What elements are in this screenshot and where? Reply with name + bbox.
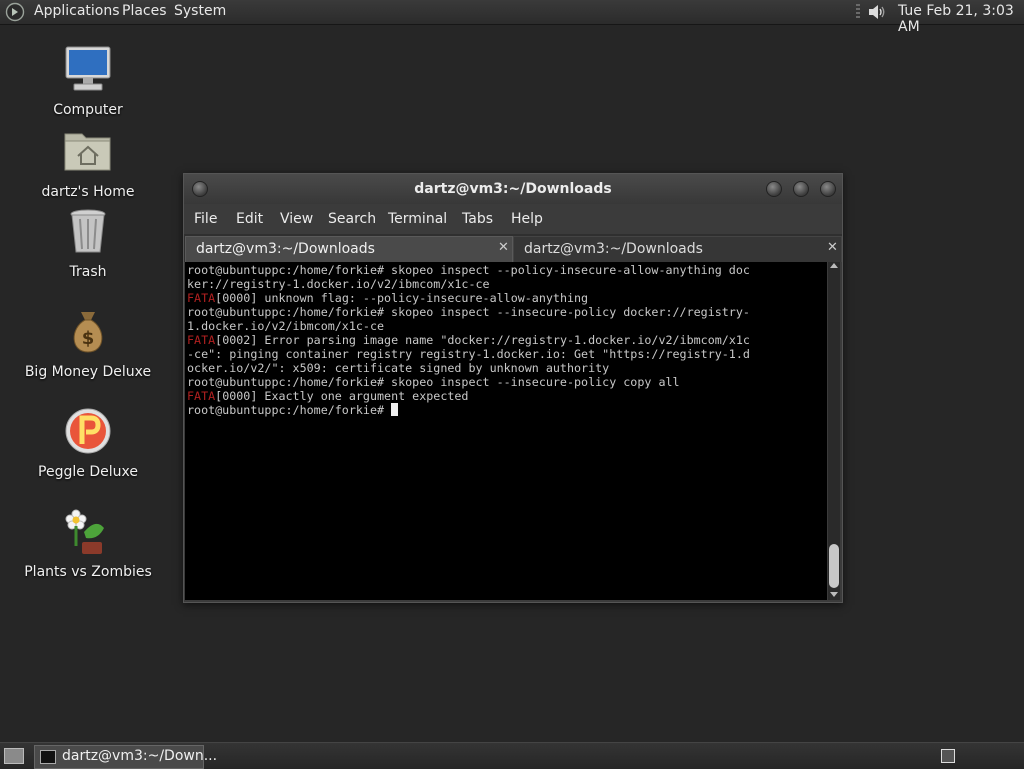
desktop-icon-label: Computer bbox=[53, 102, 123, 118]
menu-edit[interactable]: Edit bbox=[236, 211, 263, 227]
menu-search[interactable]: Search bbox=[328, 211, 376, 227]
error-tag: FATA bbox=[187, 333, 216, 347]
computer-monitor-icon bbox=[65, 46, 111, 91]
text-cursor bbox=[391, 403, 399, 416]
tab-2[interactable]: dartz@vm3:~/Downloads ✕ bbox=[513, 236, 842, 262]
close-icon[interactable] bbox=[820, 181, 836, 197]
scroll-up-arrow-icon[interactable] bbox=[830, 263, 838, 268]
scroll-down-arrow-icon[interactable] bbox=[830, 592, 838, 597]
scroll-thumb[interactable] bbox=[829, 544, 839, 588]
desktop-icon-label: Peggle Deluxe bbox=[38, 464, 138, 480]
clock[interactable]: Tue Feb 21, 3:03 AM bbox=[898, 3, 1024, 35]
desktop-icon-label: Big Money Deluxe bbox=[24, 364, 152, 380]
error-tag: FATA bbox=[187, 291, 216, 305]
desktop-icon-label: Plants vs Zombies bbox=[24, 564, 152, 580]
menu-places[interactable]: Places bbox=[122, 3, 167, 19]
menu-tabs[interactable]: Tabs bbox=[462, 211, 493, 227]
desktop-icon-trash[interactable]: Trash bbox=[23, 206, 153, 280]
gnome-foot-icon[interactable] bbox=[5, 2, 25, 22]
terminal-line: FATA[0000] unknown flag: --policy-insecu… bbox=[187, 291, 750, 305]
desktop-icon-peggle[interactable]: Peggle Deluxe bbox=[23, 406, 153, 480]
minimize-icon[interactable] bbox=[766, 181, 782, 197]
scrollbar[interactable] bbox=[828, 262, 840, 600]
tab-close-icon[interactable]: ✕ bbox=[827, 240, 838, 255]
tab-bar: dartz@vm3:~/Downloads ✕ dartz@vm3:~/Down… bbox=[184, 234, 842, 262]
desktop-icon-plants-vs-zombies[interactable]: Plants vs Zombies bbox=[23, 506, 153, 580]
terminal-icon bbox=[40, 750, 56, 764]
menu-file[interactable]: File bbox=[194, 211, 217, 227]
terminal-line: root@ubuntuppc:/home/forkie# bbox=[187, 403, 750, 417]
line-text: -ce": pinging container registry registr… bbox=[187, 347, 750, 361]
maximize-icon[interactable] bbox=[793, 181, 809, 197]
menu-help[interactable]: Help bbox=[511, 211, 543, 227]
svg-text:$: $ bbox=[82, 328, 95, 349]
speaker-volume-icon[interactable] bbox=[866, 2, 888, 22]
terminal-menubar: File Edit View Search Terminal Tabs Help bbox=[184, 204, 842, 234]
line-text: root@ubuntuppc:/home/forkie# skopeo insp… bbox=[187, 263, 750, 277]
money-bag-icon: $ bbox=[73, 312, 103, 353]
desktop-icon-big-money[interactable]: $ Big Money Deluxe bbox=[23, 306, 153, 380]
bottom-panel: dartz@vm3:~/Down... bbox=[0, 742, 1024, 769]
tab-label: dartz@vm3:~/Downloads bbox=[196, 241, 375, 257]
flower-plant-icon bbox=[65, 509, 104, 554]
terminal-line: 1.docker.io/v2/ibmcom/x1c-ce bbox=[187, 319, 750, 333]
terminal-line: ocker.io/v2/": x509: certificate signed … bbox=[187, 361, 750, 375]
terminal-line: FATA[0000] Exactly one argument expected bbox=[187, 389, 750, 403]
home-folder-icon bbox=[64, 133, 111, 171]
error-tag: FATA bbox=[187, 389, 216, 403]
task-label: dartz@vm3:~/Down... bbox=[62, 748, 218, 764]
tab-label: dartz@vm3:~/Downloads bbox=[524, 241, 703, 257]
top-panel: Applications Places System Tue Feb 21, 3… bbox=[0, 0, 1024, 35]
terminal-output[interactable]: root@ubuntuppc:/home/forkie# skopeo insp… bbox=[185, 262, 827, 600]
line-text: [0000] Exactly one argument expected bbox=[215, 389, 469, 403]
desktop-icon-home[interactable]: dartz's Home bbox=[23, 126, 153, 200]
terminal-line: root@ubuntuppc:/home/forkie# skopeo insp… bbox=[187, 375, 750, 389]
show-desktop-icon[interactable] bbox=[4, 748, 24, 764]
peggle-ball-icon bbox=[65, 408, 111, 454]
menu-terminal[interactable]: Terminal bbox=[388, 211, 447, 227]
window-title: dartz@vm3:~/Downloads bbox=[414, 181, 612, 197]
terminal-line: root@ubuntuppc:/home/forkie# skopeo insp… bbox=[187, 305, 750, 319]
line-text: root@ubuntuppc:/home/forkie# skopeo insp… bbox=[187, 375, 680, 389]
menu-applications[interactable]: Applications bbox=[34, 3, 120, 19]
terminal-line: FATA[0002] Error parsing image name "doc… bbox=[187, 333, 750, 347]
desktop-icon-computer[interactable]: Computer bbox=[23, 44, 153, 118]
terminal-line: ker://registry-1.docker.io/v2/ibmcom/x1c… bbox=[187, 277, 750, 291]
menu-system[interactable]: System bbox=[174, 3, 226, 19]
line-text: [0000] unknown flag: --policy-insecure-a… bbox=[215, 291, 589, 305]
menu-view[interactable]: View bbox=[280, 211, 313, 227]
taskbar-terminal-button[interactable]: dartz@vm3:~/Down... bbox=[34, 745, 217, 769]
terminal-line: root@ubuntuppc:/home/forkie# skopeo insp… bbox=[187, 263, 750, 277]
line-text: root@ubuntuppc:/home/forkie# bbox=[187, 403, 392, 417]
desktop-icon-label: Trash bbox=[69, 264, 107, 280]
tray-separator bbox=[856, 4, 860, 20]
line-text: ocker.io/v2/": x509: certificate signed … bbox=[187, 361, 610, 375]
line-text: ker://registry-1.docker.io/v2/ibmcom/x1c… bbox=[187, 277, 490, 291]
terminal-line: -ce": pinging container registry registr… bbox=[187, 347, 750, 361]
trash-can-icon bbox=[70, 209, 106, 253]
terminal-text: root@ubuntuppc:/home/forkie# skopeo insp… bbox=[187, 263, 750, 417]
tab-1[interactable]: dartz@vm3:~/Downloads ✕ bbox=[185, 236, 513, 262]
line-text: root@ubuntuppc:/home/forkie# skopeo insp… bbox=[187, 305, 750, 319]
workspace-switcher-icon[interactable] bbox=[941, 749, 955, 763]
desktop-icon-label: dartz's Home bbox=[41, 184, 135, 200]
window-titlebar[interactable]: dartz@vm3:~/Downloads bbox=[184, 174, 842, 204]
tab-close-icon[interactable]: ✕ bbox=[498, 240, 509, 255]
line-text: 1.docker.io/v2/ibmcom/x1c-ce bbox=[187, 319, 385, 333]
terminal-window: dartz@vm3:~/Downloads File Edit View Sea… bbox=[183, 173, 843, 603]
line-text: [0002] Error parsing image name "docker:… bbox=[215, 333, 750, 347]
